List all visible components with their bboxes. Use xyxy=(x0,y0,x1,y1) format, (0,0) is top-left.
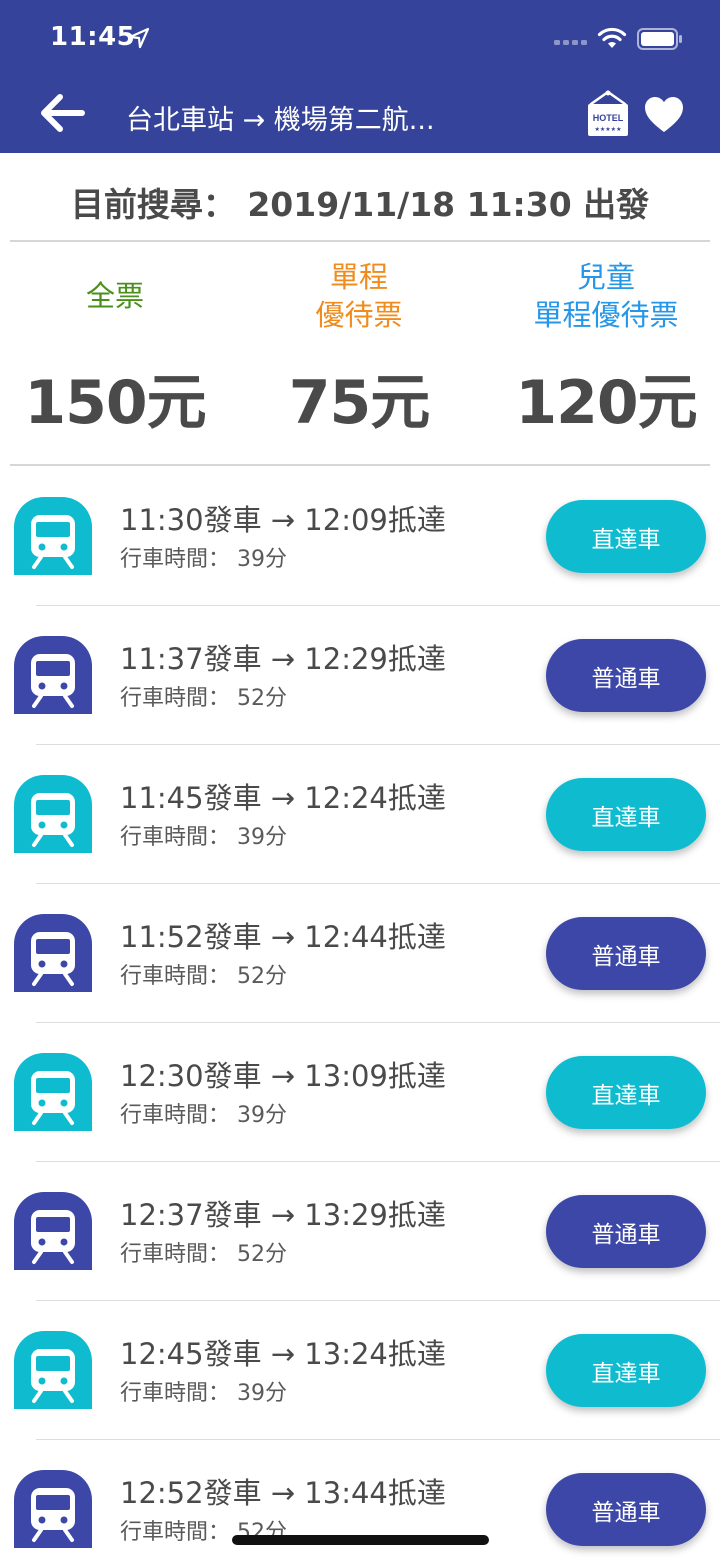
fare-label: 兒童 單程優待票 xyxy=(491,258,720,334)
hotel-icon-label: HOTEL xyxy=(593,113,624,123)
train-icon xyxy=(14,775,92,853)
battery-icon xyxy=(637,28,682,50)
train-type-button[interactable]: 直達車 xyxy=(546,778,706,851)
train-row[interactable]: 12:30發車 → 13:09抵達行車時間： 39分 直達車 xyxy=(0,1023,720,1162)
train-times: 11:45發車 → 12:24抵達 xyxy=(120,781,446,815)
wifi-icon xyxy=(597,27,627,48)
train-icon xyxy=(14,1470,92,1548)
train-type-button[interactable]: 直達車 xyxy=(546,1334,706,1407)
fare-label-line: 全票 xyxy=(85,279,144,313)
fare-label-line: 兒童 xyxy=(576,260,635,294)
train-duration: 行車時間： 39分 xyxy=(120,1103,287,1128)
train-row[interactable]: 12:37發車 → 13:29抵達行車時間： 52分 普通車 xyxy=(0,1162,720,1301)
train-type-button[interactable]: 普通車 xyxy=(546,917,706,990)
train-times: 11:52發車 → 12:44抵達 xyxy=(120,920,446,954)
train-type-button[interactable]: 直達車 xyxy=(546,1056,706,1129)
fare-label-line: 單程優待票 xyxy=(533,298,679,332)
fare-single-concession: 單程 優待票 75元 xyxy=(244,258,474,441)
fare-price: 75元 xyxy=(288,368,431,438)
train-icon xyxy=(14,1053,92,1131)
home-indicator[interactable] xyxy=(232,1535,489,1545)
heart-icon[interactable] xyxy=(644,96,684,134)
train-icon xyxy=(14,914,92,992)
fare-price: 120元 xyxy=(515,368,697,438)
train-duration: 行車時間： 52分 xyxy=(120,1242,287,1267)
train-icon xyxy=(14,1192,92,1270)
hotel-icon[interactable]: HOTEL ★★★★★ xyxy=(585,90,631,138)
train-row[interactable]: 11:30發車 → 12:09抵達行車時間： 39分 直達車 xyxy=(0,467,720,606)
fare-label-line: 單程 xyxy=(329,260,388,294)
train-duration: 行車時間： 39分 xyxy=(120,825,287,850)
train-row[interactable]: 11:45發車 → 12:24抵達行車時間： 39分 直達車 xyxy=(0,745,720,884)
train-times: 12:45發車 → 13:24抵達 xyxy=(120,1337,446,1371)
fare-child-concession: 兒童 單程優待票 120元 xyxy=(491,258,720,441)
app-header: 11:45 台北車站 → 機場第二航... HOTEL ★★★★★ xyxy=(0,0,720,153)
train-type-button[interactable]: 普通車 xyxy=(546,1195,706,1268)
fare-label-line: 優待票 xyxy=(315,298,403,332)
train-duration: 行車時間： 52分 xyxy=(120,964,287,989)
fare-full: 全票 150元 xyxy=(0,258,230,441)
status-time: 11:45 xyxy=(50,22,136,52)
fare-label: 全票 xyxy=(0,258,230,334)
fare-price: 150元 xyxy=(24,368,206,438)
train-duration: 行車時間： 39分 xyxy=(120,547,287,572)
train-duration: 行車時間： 39分 xyxy=(120,1381,287,1406)
route-title: 台北車站 → 機場第二航... xyxy=(126,105,435,136)
train-times: 12:37發車 → 13:29抵達 xyxy=(120,1198,446,1232)
train-row[interactable]: 12:45發車 → 13:24抵達行車時間： 39分 直達車 xyxy=(0,1301,720,1440)
cellular-signal-icon xyxy=(554,40,587,45)
train-row[interactable]: 11:52發車 → 12:44抵達行車時間： 52分 普通車 xyxy=(0,884,720,1023)
train-type-button[interactable]: 普通車 xyxy=(546,1473,706,1546)
train-times: 11:30發車 → 12:09抵達 xyxy=(120,503,446,537)
hotel-stars: ★★★★★ xyxy=(595,126,622,133)
divider xyxy=(10,240,710,242)
train-times: 12:52發車 → 13:44抵達 xyxy=(120,1476,446,1510)
search-summary: 目前搜尋： 2019/11/18 11:30 出發 xyxy=(70,185,650,224)
train-icon xyxy=(14,497,92,575)
train-times: 11:37發車 → 12:29抵達 xyxy=(120,642,446,676)
train-type-button[interactable]: 直達車 xyxy=(546,500,706,573)
train-type-button[interactable]: 普通車 xyxy=(546,639,706,712)
train-icon xyxy=(14,1331,92,1409)
train-row[interactable]: 11:37發車 → 12:29抵達行車時間： 52分 普通車 xyxy=(0,606,720,745)
train-icon xyxy=(14,636,92,714)
fare-label: 單程 優待票 xyxy=(244,258,474,334)
back-arrow-icon[interactable] xyxy=(38,92,86,134)
divider xyxy=(10,464,710,466)
train-times: 12:30發車 → 13:09抵達 xyxy=(120,1059,446,1093)
location-arrow-icon xyxy=(128,27,150,49)
train-duration: 行車時間： 52分 xyxy=(120,686,287,711)
